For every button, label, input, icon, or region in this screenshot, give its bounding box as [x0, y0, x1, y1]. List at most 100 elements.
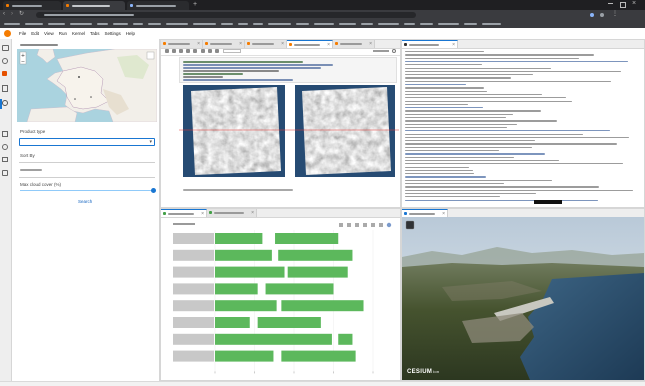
profile-avatar[interactable] [600, 13, 604, 17]
search-button[interactable]: Search [78, 199, 92, 204]
reset-axes-icon[interactable] [379, 223, 383, 227]
bookmark-item[interactable] [404, 23, 415, 25]
new-tab-icon[interactable]: + [193, 1, 197, 9]
close-tab-icon[interactable]: × [452, 41, 455, 49]
url-field[interactable] [36, 12, 416, 18]
browser-tab[interactable] [3, 1, 61, 10]
cesium-3d-view[interactable] [402, 217, 644, 380]
bookmark-item[interactable] [4, 23, 20, 25]
map-widget-icon[interactable] [2, 100, 8, 106]
bar-segment[interactable] [278, 249, 353, 261]
notebook-tab[interactable]: × [161, 40, 203, 48]
bookmark-item[interactable] [97, 23, 108, 25]
sort-by-select[interactable] [19, 162, 155, 163]
bar-segment[interactable] [215, 333, 332, 345]
bookmark-item[interactable] [339, 23, 356, 25]
bookmark-item[interactable] [464, 23, 477, 25]
terminal-panel[interactable]: × [401, 39, 645, 208]
tabs-icon[interactable] [2, 131, 8, 137]
zoom-icon[interactable] [347, 223, 351, 227]
save-icon[interactable] [165, 49, 169, 53]
extension-icon[interactable] [590, 13, 594, 17]
toc-icon[interactable] [2, 157, 8, 162]
bar-segment[interactable] [215, 300, 277, 312]
close-tab-icon[interactable]: × [239, 40, 242, 48]
menu-tabs[interactable]: Tabs [90, 31, 100, 36]
terminal-tab[interactable]: × [402, 40, 458, 48]
reload-icon[interactable]: ↻ [19, 11, 24, 18]
bookmark-item[interactable] [482, 23, 501, 25]
bookmark-item[interactable] [193, 23, 216, 25]
menu-settings[interactable]: Settings [105, 31, 121, 36]
cesium-tab[interactable]: × [402, 209, 448, 217]
pan-icon[interactable] [355, 223, 359, 227]
bar-segment[interactable] [275, 233, 339, 244]
running-icon[interactable] [2, 58, 8, 64]
debugger-icon[interactable] [2, 144, 8, 150]
chart-tab-active[interactable]: × [161, 209, 207, 217]
menu-view[interactable]: View [44, 31, 54, 36]
layers-icon[interactable] [146, 51, 155, 60]
notebook-tab[interactable]: × [203, 40, 245, 48]
bookmark-item[interactable] [25, 23, 43, 25]
menu-edit[interactable]: Edit [31, 31, 39, 36]
bar-segment[interactable] [265, 283, 334, 295]
extension-icon[interactable] [2, 71, 7, 76]
close-tab-icon[interactable]: × [281, 40, 284, 48]
minimize-icon[interactable] [608, 3, 613, 4]
folder-icon[interactable] [2, 45, 9, 51]
stop-icon[interactable] [208, 49, 212, 53]
back-icon[interactable]: ‹ [3, 11, 5, 18]
run-icon[interactable] [201, 49, 205, 53]
camera-icon[interactable] [339, 223, 343, 227]
bar-segment[interactable] [215, 350, 274, 362]
bar-segment[interactable] [215, 317, 250, 328]
close-tab-icon[interactable]: × [197, 40, 200, 48]
bar-segment[interactable] [215, 249, 272, 261]
bookmark-item[interactable] [113, 23, 128, 25]
copy-icon[interactable] [186, 49, 190, 53]
chart-tab[interactable]: × [207, 209, 257, 217]
browser-tab-active[interactable] [63, 1, 125, 10]
bookmark-item[interactable] [48, 23, 65, 25]
bookmark-item[interactable] [296, 23, 309, 25]
close-tab-icon[interactable]: × [369, 40, 372, 48]
close-tab-icon[interactable]: × [201, 210, 204, 218]
bookmark-item[interactable] [221, 23, 233, 25]
code-cell[interactable] [179, 57, 397, 83]
cell-type-select[interactable] [223, 49, 241, 53]
bookmark-item[interactable] [268, 23, 291, 25]
bar-segment[interactable] [287, 266, 348, 278]
bar-segment[interactable] [215, 283, 258, 295]
zoom-out-icon[interactable]: − [21, 59, 25, 65]
close-tab-icon[interactable]: × [251, 209, 254, 217]
bookmark-item[interactable] [148, 23, 161, 25]
cesium-toolbar-button[interactable] [405, 220, 415, 230]
bar-segment[interactable] [281, 350, 356, 362]
bookmark-item[interactable] [361, 23, 373, 25]
menu-kernel[interactable]: Kernel [72, 31, 85, 36]
notebook-tab[interactable]: × [245, 40, 287, 48]
bar-segment[interactable] [215, 233, 263, 244]
notebook-tab[interactable]: × [333, 40, 375, 48]
menu-file[interactable]: File [19, 31, 26, 36]
bookmark-item[interactable] [420, 23, 433, 25]
bookmark-item[interactable] [253, 23, 263, 25]
maximize-icon[interactable] [620, 2, 626, 8]
bookmark-item[interactable] [378, 23, 399, 25]
bar-segment[interactable] [338, 333, 353, 345]
bookmark-item[interactable] [238, 23, 248, 25]
product-type-select[interactable]: ▾ [19, 138, 155, 146]
menu-dots-icon[interactable]: ⋮ [612, 11, 618, 18]
bookmark-item[interactable] [70, 23, 92, 25]
bar-segment[interactable] [215, 266, 285, 278]
commands-icon[interactable] [2, 85, 8, 92]
subset-select[interactable] [19, 177, 155, 178]
zoom-in-icon[interactable] [363, 223, 367, 227]
bar-segment[interactable] [257, 317, 321, 328]
property-inspector-icon[interactable] [2, 170, 8, 176]
bookmark-item[interactable] [438, 23, 459, 25]
browser-tab[interactable] [127, 1, 189, 10]
bookmark-item[interactable] [314, 23, 334, 25]
menu-help[interactable]: Help [126, 31, 135, 36]
